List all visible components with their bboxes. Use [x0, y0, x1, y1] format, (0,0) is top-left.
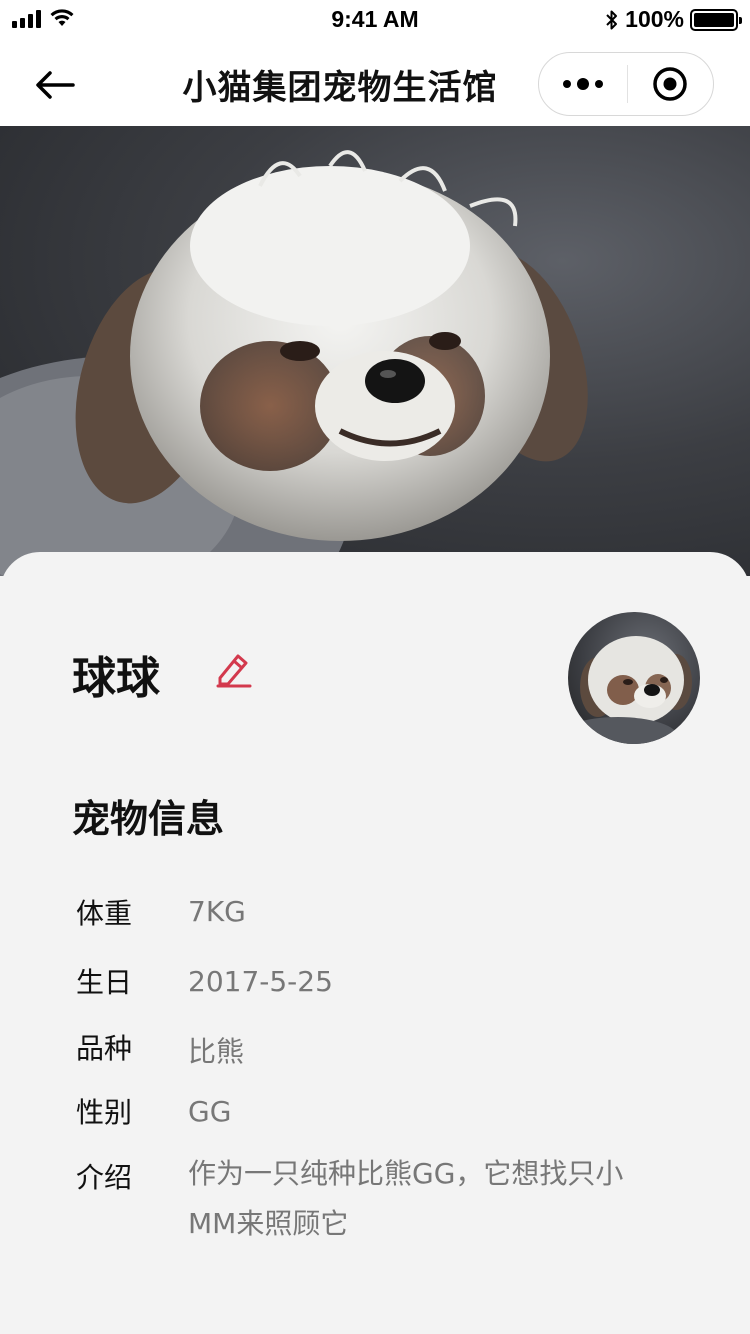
- info-value-intro: 作为一只纯种比熊GG，它想找只小MM来照顾它: [188, 1157, 624, 1240]
- info-value-gender: GG: [188, 1095, 232, 1128]
- info-label-weight: 体重: [76, 897, 133, 930]
- battery-fill: [694, 12, 734, 27]
- battery-icon: [690, 8, 742, 31]
- page-title: 小猫集团宠物生活馆: [182, 68, 498, 108]
- more-dots-icon: [562, 80, 571, 88]
- target-circle-icon: [653, 67, 687, 101]
- info-label-birthday: 生日: [76, 966, 133, 999]
- back-button[interactable]: [30, 60, 80, 110]
- pet-avatar[interactable]: [568, 612, 700, 744]
- avatar-dog-illustration: [568, 636, 692, 744]
- status-bar: 9:41 AM 100%: [0, 0, 750, 40]
- info-label-gender: 性别: [76, 1096, 133, 1129]
- info-value-breed: 比熊: [188, 1035, 245, 1068]
- status-right: 100%: [605, 6, 742, 33]
- bluetooth-icon: [606, 10, 618, 29]
- dog-illustration: [0, 150, 588, 576]
- mini-program-capsule: [538, 52, 714, 116]
- info-label-breed: 品种: [76, 1032, 133, 1065]
- pet-info-card: 球球 宠物信息 体重 7KG 生日 2017-5-25 品种 比熊 性别 GG …: [0, 552, 750, 1334]
- pet-cover-photo: [0, 126, 750, 576]
- more-button[interactable]: [539, 52, 627, 116]
- nav-bar: 小猫集团宠物生活馆: [0, 40, 750, 126]
- pet-name: 球球: [72, 653, 160, 704]
- info-value-weight: 7KG: [188, 895, 246, 928]
- battery-percent: 100%: [625, 6, 684, 32]
- info-value-birthday: 2017-5-25: [188, 965, 333, 998]
- section-title: 宠物信息: [72, 797, 225, 841]
- close-button[interactable]: [628, 52, 714, 116]
- arrow-left-icon: [36, 71, 75, 99]
- pencil-icon: [216, 654, 252, 688]
- info-label-intro: 介绍: [76, 1161, 133, 1194]
- edit-button[interactable]: [214, 648, 254, 688]
